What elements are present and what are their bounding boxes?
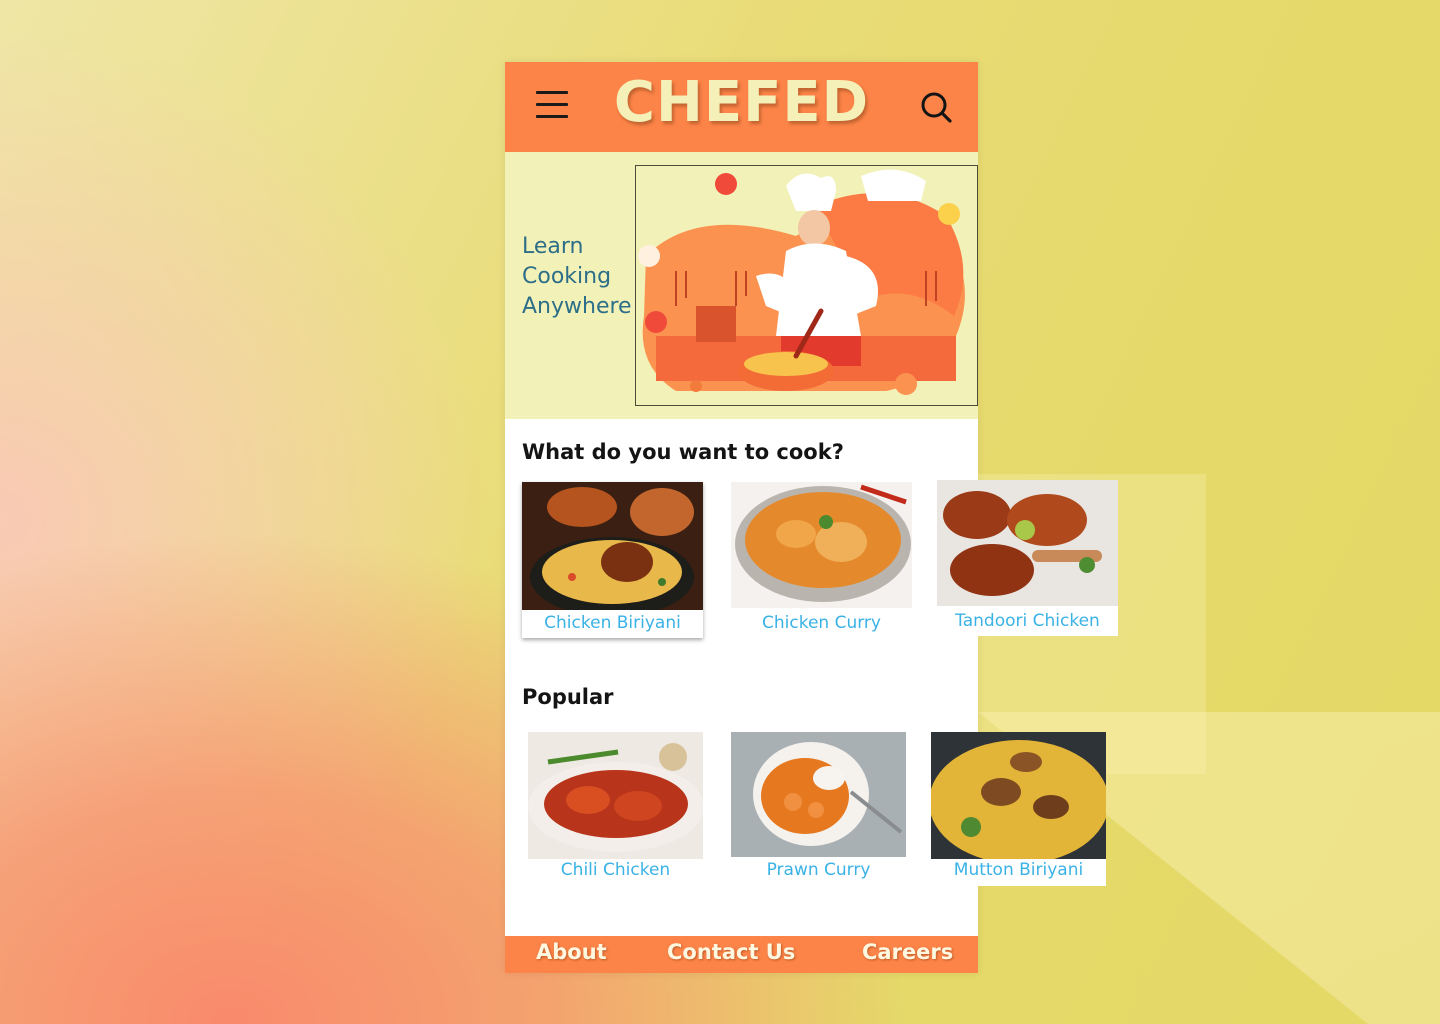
card-label: Mutton Biriyani	[953, 860, 1084, 880]
category-card-chicken-curry[interactable]: Chicken Curry	[731, 482, 912, 638]
search-icon[interactable]	[919, 90, 953, 124]
tagline-line: Anywhere	[522, 294, 632, 319]
mutton-biriyani-photo	[931, 732, 1106, 859]
category-card-chicken-biriyani[interactable]: Chicken Biriyani	[522, 482, 703, 638]
card-label: Chicken Curry	[762, 613, 881, 633]
chicken-biriyani-photo	[522, 482, 703, 610]
tagline-line: Learn	[522, 234, 584, 259]
category-card-tandoori-chicken[interactable]: Tandoori Chicken	[937, 480, 1118, 636]
app-footer: About Contact Us Careers	[505, 936, 978, 973]
footer-link-about[interactable]: About	[536, 940, 607, 964]
chef-cooking-illustration	[635, 165, 978, 406]
footer-link-contact-us[interactable]: Contact Us	[667, 940, 795, 964]
footer-link-careers[interactable]: Careers	[862, 940, 953, 964]
chili-chicken-photo	[528, 732, 703, 859]
tandoori-chicken-photo	[937, 480, 1118, 606]
chicken-curry-photo	[731, 482, 912, 608]
brand-logo: CHEFED	[613, 70, 870, 135]
tagline-line: Cooking	[522, 264, 612, 289]
categories-title: What do you want to cook?	[522, 440, 844, 464]
prawn-curry-photo	[731, 732, 906, 857]
hero-tagline: Learn Cooking Anywhere	[522, 232, 642, 322]
hero-banner: Learn Cooking Anywhere	[505, 152, 978, 419]
app-header: CHEFED	[505, 62, 978, 152]
card-label: Tandoori Chicken	[955, 611, 1100, 631]
popular-card-chili-chicken[interactable]: Chili Chicken	[528, 732, 703, 884]
popular-title: Popular	[522, 685, 614, 709]
popular-card-mutton-biriyani[interactable]: Mutton Biriyani	[931, 732, 1106, 886]
card-label: Chicken Biriyani	[544, 613, 681, 633]
card-label: Prawn Curry	[766, 860, 871, 880]
card-label: Chili Chicken	[560, 860, 671, 880]
popular-card-prawn-curry[interactable]: Prawn Curry	[731, 732, 906, 884]
app-frame: CHEFED Learn Cooking Anywhere What do yo…	[505, 62, 1118, 973]
